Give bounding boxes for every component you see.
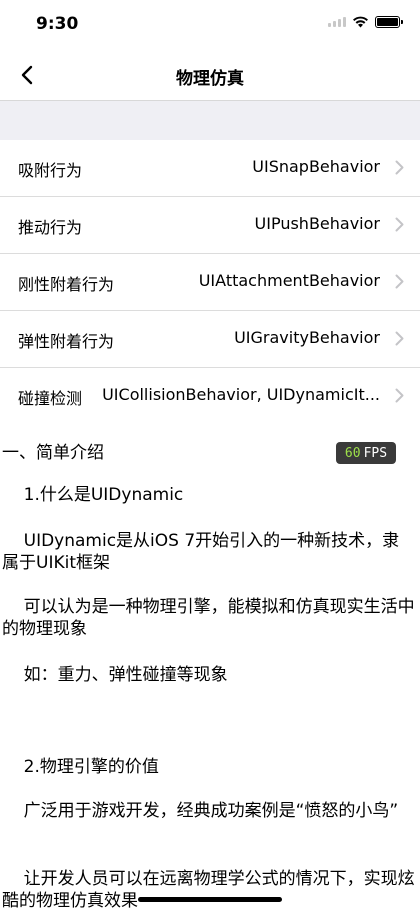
page-title: 物理仿真 — [176, 69, 244, 89]
signal-icon — [328, 17, 346, 27]
paragraph: 让开发人员可以在远离物理学公式的情况下，实现炫酷的物理仿真效果 — [2, 869, 415, 911]
list-item-value: UIPushBehavior — [254, 214, 380, 233]
wifi-icon — [352, 16, 369, 28]
chevron-right-icon — [395, 274, 404, 289]
list-item-value: UICollisionBehavior, UIDynamicIt... — [102, 385, 380, 404]
list-item-attachment[interactable]: 刚性附着行为 UIAttachmentBehavior — [0, 254, 420, 311]
paragraph: 1.什么是UIDynamic — [2, 485, 184, 505]
status-icons — [328, 16, 403, 28]
list-item-label: 刚性附着行为 — [18, 275, 115, 294]
chevron-right-icon — [395, 160, 404, 175]
paragraph: 可以认为是一种物理引擎，能模拟和仿真现实生活中的物理现象 — [2, 597, 415, 639]
list-item-value: UIGravityBehavior — [234, 328, 380, 347]
chevron-right-icon — [395, 217, 404, 232]
behavior-list: 吸附行为 UISnapBehavior 推动行为 UIPushBehavior … — [0, 140, 420, 424]
chevron-right-icon — [395, 388, 404, 403]
list-item-label: 碰撞检测 — [18, 389, 83, 408]
status-time: 9:30 — [36, 14, 79, 34]
list-item-gravity[interactable]: 弹性附着行为 UIGravityBehavior — [0, 311, 420, 368]
behavior-table: 吸附行为 UISnapBehavior 推动行为 UIPushBehavior … — [0, 101, 420, 424]
list-item-collision[interactable]: 碰撞检测 UICollisionBehavior, UIDynamicIt... — [0, 368, 420, 424]
paragraph: 2.物理引擎的价值 — [2, 757, 159, 777]
fps-badge: 60 FPS — [336, 442, 396, 464]
list-item-value: UIAttachmentBehavior — [198, 271, 380, 290]
fps-value: 60 — [344, 445, 361, 461]
paragraph: UIDynamic是从iOS 7开始引入的一种新技术，隶属于UIKit框架 — [2, 531, 400, 573]
section-heading: 一、简单介绍 — [2, 443, 104, 463]
status-bar: 9:30 — [0, 0, 420, 50]
home-indicator — [138, 897, 282, 902]
list-item-snap[interactable]: 吸附行为 UISnapBehavior — [0, 140, 420, 197]
list-item-label: 吸附行为 — [18, 161, 83, 180]
list-item-label: 推动行为 — [18, 218, 83, 237]
paragraph: 广泛用于游戏开发，经典成功案例是“愤怒的小鸟” — [2, 801, 399, 821]
navigation-bar: 物理仿真 — [0, 50, 420, 101]
chevron-right-icon — [395, 331, 404, 346]
battery-icon — [375, 16, 403, 28]
list-item-label: 弹性附着行为 — [18, 332, 115, 351]
fps-label: FPS — [363, 445, 388, 461]
list-item-push[interactable]: 推动行为 UIPushBehavior — [0, 197, 420, 254]
paragraph: 如：重力、弹性碰撞等现象 — [2, 665, 228, 685]
list-item-value: UISnapBehavior — [252, 157, 380, 176]
